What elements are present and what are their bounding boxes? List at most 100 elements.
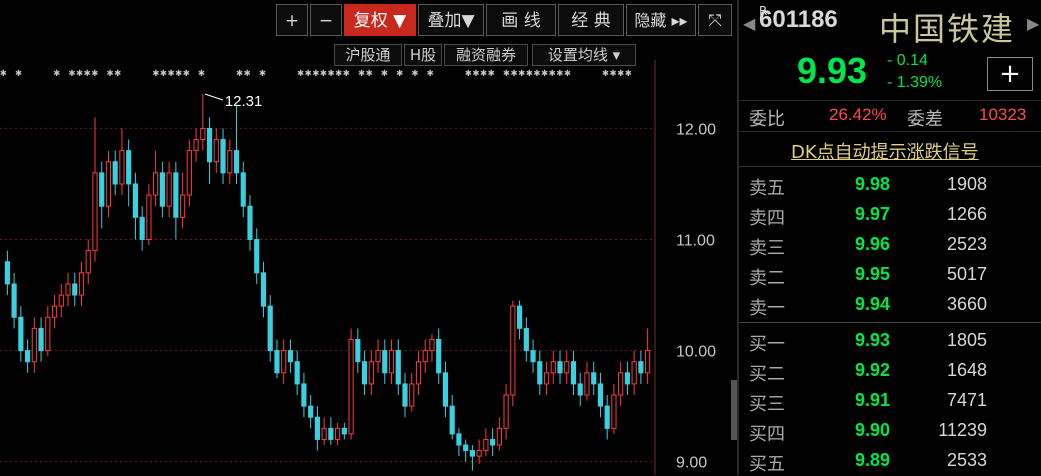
candle-body bbox=[146, 194, 152, 241]
sell-row[interactable]: 卖二 9.95 5017 bbox=[739, 260, 1041, 290]
next-stock-icon[interactable]: ▶ bbox=[1027, 14, 1039, 33]
prev-stock-icon[interactable]: ◀ bbox=[743, 14, 755, 33]
candle-body bbox=[281, 350, 287, 374]
candle-body bbox=[348, 338, 354, 435]
sell-level-label: 卖一 bbox=[749, 298, 785, 319]
price-change-pct: - 1.39% bbox=[887, 74, 943, 91]
buy-row[interactable]: 买一 9.93 1805 bbox=[739, 326, 1041, 356]
candle-body bbox=[260, 272, 267, 307]
candle-body bbox=[402, 383, 408, 407]
candle-body bbox=[591, 372, 597, 385]
price-change: - 0.14 bbox=[887, 52, 928, 69]
candle-body bbox=[186, 150, 192, 196]
buy-level-label: 买二 bbox=[749, 364, 785, 385]
candle-body bbox=[476, 450, 482, 457]
weicha-label: 委差 bbox=[907, 109, 943, 130]
candle-body bbox=[375, 350, 381, 363]
buy-price: 9.92 bbox=[855, 360, 891, 380]
buy-volume: 1805 bbox=[946, 330, 987, 350]
candle-body bbox=[92, 172, 98, 252]
sell-row[interactable]: 卖三 9.96 2523 bbox=[739, 230, 1041, 260]
buy-level-label: 买五 bbox=[749, 454, 785, 475]
weibi-value: 26.42% bbox=[829, 105, 887, 124]
sell-level-label: 卖五 bbox=[749, 178, 785, 199]
candle-body bbox=[328, 427, 334, 440]
candle-body bbox=[166, 172, 172, 207]
sell-level-label: 卖二 bbox=[749, 268, 785, 289]
candle-body bbox=[611, 394, 617, 429]
candle-body bbox=[24, 350, 31, 363]
buy-volume: 7471 bbox=[946, 390, 987, 410]
sell-volume: 1908 bbox=[946, 174, 987, 194]
buy-price: 9.89 bbox=[855, 450, 891, 470]
sell-price: 9.96 bbox=[855, 234, 891, 254]
candle-body bbox=[11, 283, 17, 318]
sell-volume: 2523 bbox=[946, 234, 987, 254]
candle-body bbox=[99, 172, 105, 207]
candle-body bbox=[45, 316, 51, 352]
candle-body bbox=[132, 183, 139, 218]
candle-body bbox=[483, 438, 489, 452]
candle-body bbox=[294, 361, 300, 385]
last-price: 9.93 bbox=[797, 50, 868, 91]
buy-volume: 2533 bbox=[946, 450, 987, 470]
candle-body bbox=[314, 416, 320, 440]
candle-body bbox=[220, 139, 226, 174]
candle-body bbox=[496, 427, 502, 446]
candle-body bbox=[510, 305, 516, 396]
candle-body bbox=[564, 361, 570, 374]
candle-body bbox=[78, 272, 85, 296]
candle-body bbox=[112, 161, 118, 185]
candle-body bbox=[18, 316, 24, 352]
buy-price: 9.91 bbox=[855, 390, 891, 410]
candle-body bbox=[456, 433, 462, 446]
y-tick-label: 12.00 bbox=[676, 121, 716, 138]
candle-body bbox=[624, 372, 631, 385]
candle-body bbox=[463, 444, 469, 452]
kline-chart-area[interactable]: + − 复权 ▼ 叠加▼ 画 线 经 典 隐藏 ▸▸ ⤧ 沪股通 H股 融资融券… bbox=[0, 0, 737, 475]
candle-body bbox=[206, 127, 213, 163]
candle-body bbox=[449, 405, 455, 435]
sell-level-label: 卖四 bbox=[749, 208, 785, 229]
buy-row[interactable]: 买四 9.90 11239 bbox=[739, 416, 1041, 446]
sell-row[interactable]: 卖四 9.97 1266 bbox=[739, 200, 1041, 230]
sell-row[interactable]: 卖一 9.94 3660 bbox=[739, 290, 1041, 320]
weibi-label: 委比 bbox=[749, 109, 785, 130]
candle-body bbox=[247, 205, 253, 241]
candle-body bbox=[523, 327, 529, 352]
candle-body bbox=[287, 350, 294, 363]
candle-body bbox=[530, 350, 536, 363]
buy-row[interactable]: 买五 9.89 2533 bbox=[739, 446, 1041, 476]
dk-signal-link[interactable]: DK点自动提示涨跌信号 bbox=[791, 138, 979, 164]
candle-body bbox=[429, 338, 435, 352]
y-tick-label: 11.00 bbox=[676, 233, 715, 250]
add-watchlist-button[interactable]: + bbox=[987, 57, 1033, 91]
buy-volume: 11239 bbox=[938, 420, 987, 440]
sell-volume: 5017 bbox=[946, 264, 987, 284]
sell-volume: 1266 bbox=[946, 204, 987, 224]
divider bbox=[739, 166, 1041, 167]
candle-body bbox=[173, 172, 179, 218]
candle-body bbox=[395, 350, 401, 385]
buy-row[interactable]: 买二 9.92 1648 bbox=[739, 356, 1041, 386]
candle-body bbox=[516, 305, 523, 329]
buy-row[interactable]: 买三 9.91 7471 bbox=[739, 386, 1041, 416]
candle-body bbox=[267, 305, 273, 352]
candle-body bbox=[597, 383, 604, 407]
buy-level-label: 买三 bbox=[749, 394, 785, 415]
candle-body bbox=[409, 383, 415, 407]
candle-body bbox=[85, 250, 91, 274]
candle-body bbox=[105, 161, 112, 207]
peak-price-label: 12.31 bbox=[225, 93, 263, 110]
candle-body bbox=[58, 294, 64, 307]
candle-body bbox=[126, 150, 132, 185]
candle-body bbox=[550, 361, 556, 374]
candle-body bbox=[442, 372, 449, 407]
candle-body bbox=[638, 361, 644, 374]
candle-body bbox=[308, 405, 314, 418]
candle-body bbox=[321, 427, 327, 440]
stock-name: 中国铁建 bbox=[879, 10, 1016, 48]
sell-level-label: 卖三 bbox=[749, 238, 785, 259]
candle-body bbox=[227, 150, 233, 174]
sell-row[interactable]: 卖五 9.98 1908 bbox=[739, 170, 1041, 200]
